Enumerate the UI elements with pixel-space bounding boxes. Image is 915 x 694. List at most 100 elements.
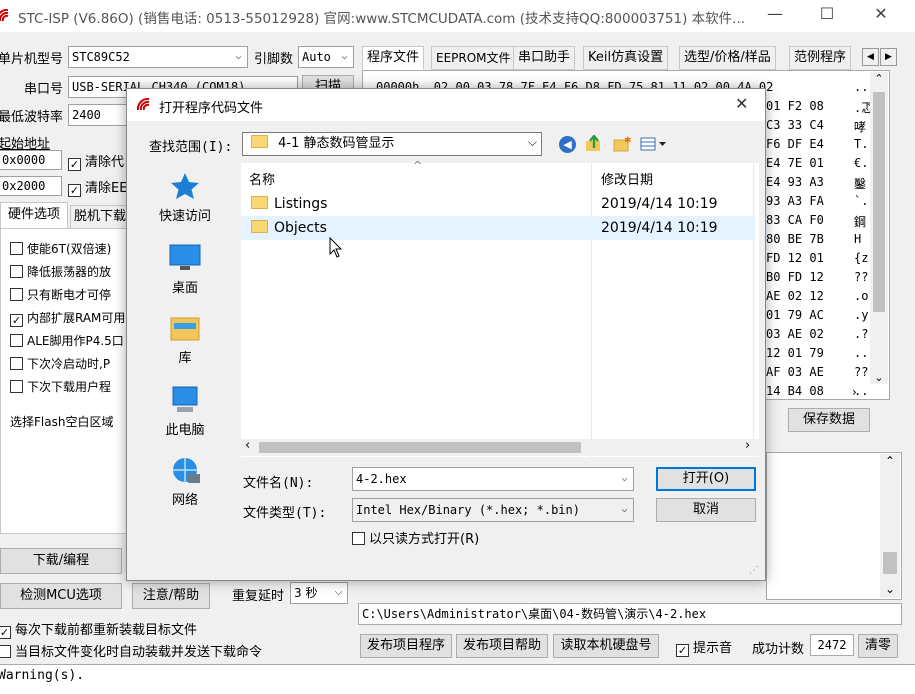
back-icon[interactable]: ◀ — [559, 136, 576, 153]
resize-grip-icon[interactable]: ⋰ — [749, 565, 759, 576]
save-data-button[interactable]: 保存数据 — [788, 408, 870, 432]
desktop-icon — [168, 243, 202, 273]
scroll-right-arrow-icon[interactable]: › — [745, 438, 750, 453]
column-header-name[interactable]: 名称 — [249, 169, 275, 188]
tab-offline-download[interactable]: 脱机下载 — [70, 205, 130, 228]
option-label: 只有断电才可停 — [27, 288, 112, 302]
addr1-field[interactable]: 0x0000 — [0, 150, 62, 170]
new-folder-icon[interactable]: ✱ — [613, 136, 632, 152]
readonly-checkbox[interactable]: 以只读方式打开(R) — [352, 528, 479, 547]
scroll-left-arrow-icon[interactable]: ‹ — [245, 438, 250, 453]
option-row[interactable]: ✓ 内部扩展RAM可用 — [10, 309, 125, 327]
hex-row: 12 01 79 — [766, 346, 824, 360]
option-row[interactable]: 下次下载用户程 — [10, 378, 111, 395]
clear-eeprom-checkbox[interactable]: ✓ 清除EE — [68, 177, 127, 197]
tab-scroll-right-button[interactable]: ▶ — [880, 48, 897, 66]
tab-keil-debug[interactable]: Keil仿真设置 — [583, 46, 669, 70]
clear-count-button[interactable]: 清零 — [858, 634, 898, 658]
star-icon — [168, 171, 202, 201]
beep-checkbox[interactable]: ✓ 提示音 — [676, 637, 732, 657]
tab-selection-price[interactable]: 选型/价格/样品 — [679, 46, 776, 70]
hex-hscroll-right-arrow-icon[interactable]: › — [852, 385, 857, 399]
baud-select[interactable]: 2400 — [68, 104, 130, 126]
hex-row: 01 F2 08 — [766, 99, 824, 113]
dialog-app-icon — [136, 97, 151, 116]
scroll-thumb[interactable] — [883, 552, 897, 574]
file-list-hscrollbar[interactable]: ‹ › — [241, 438, 759, 456]
sort-indicator-icon: ^ — [413, 159, 423, 172]
lookin-select[interactable]: 4-1 静态数码管显示 ⌵ — [242, 132, 542, 156]
mouse-cursor-icon — [329, 236, 343, 263]
tab-scroll-left-button[interactable]: ◀ — [862, 48, 879, 66]
nav-network[interactable]: 网络 — [129, 455, 241, 508]
nav-library[interactable]: 库 — [129, 313, 241, 366]
scroll-thumb[interactable] — [259, 442, 581, 453]
tab-hardware-options[interactable]: 硬件选项 — [0, 202, 68, 228]
pins-select[interactable]: Auto ⌵ — [298, 46, 354, 68]
column-header-date[interactable]: 修改日期 — [601, 169, 653, 188]
view-menu-icon[interactable] — [640, 136, 670, 152]
maximize-button[interactable]: ☐ — [812, 4, 842, 23]
read-disk-button[interactable]: 读取本机硬盘号 — [553, 634, 659, 658]
close-button[interactable]: ✕ — [866, 4, 896, 23]
scroll-up-arrow-icon[interactable]: ⌃ — [880, 454, 900, 468]
filetype-value: Intel Hex/Binary (*.hex; *.bin) — [356, 503, 580, 517]
download-button[interactable]: 下载/编程 — [0, 548, 122, 574]
nav-label: 网络 — [171, 493, 198, 508]
pins-label: 引脚数 — [254, 52, 294, 67]
minimize-button[interactable]: — — [760, 4, 790, 23]
clear-code-checkbox[interactable]: ✓ 清除代 — [68, 151, 124, 171]
scroll-down-arrow-icon[interactable]: ⌄ — [880, 582, 900, 596]
option-row[interactable]: 使能6T(双倍速) — [10, 240, 111, 257]
option-row[interactable]: 降低振荡器的放 — [10, 263, 111, 280]
ascii-cell: 哮 — [854, 120, 867, 134]
file-path-field[interactable]: C:\Users\Administrator\桌面\04-数码管\演示\4-2.… — [358, 603, 902, 625]
publish-help-button[interactable]: 发布项目帮助 — [456, 634, 548, 658]
option-label: 下次下载用户程 — [27, 380, 112, 394]
cancel-button[interactable]: 取消 — [656, 498, 756, 522]
detect-mcu-button[interactable]: 检测MCU选项 — [0, 583, 122, 609]
up-folder-icon[interactable] — [585, 134, 603, 153]
tab-serial-assistant[interactable]: 串口助手 — [513, 46, 576, 70]
addr2-field[interactable]: 0x2000 — [0, 176, 62, 196]
reload-checkbox[interactable]: ✓ 每次下载前都重新装载目标文件 — [0, 619, 197, 639]
ascii-cell: T. — [854, 137, 869, 151]
tab-eeprom-file[interactable]: EEPROM文件 — [431, 46, 516, 70]
auto-send-checkbox[interactable]: 当目标文件变化时自动装载并发送下载命令 — [0, 641, 262, 660]
nav-desktop[interactable]: 桌面 — [129, 243, 241, 296]
tab-examples[interactable]: 范例程序 — [789, 46, 852, 70]
hex-row: F6 DF E4 — [766, 137, 824, 151]
filetype-label: 文件类型(T): — [243, 506, 327, 521]
option-row[interactable]: 下次冷启动时,P — [10, 355, 110, 372]
tab-program-file[interactable]: 程序文件 — [362, 46, 425, 70]
scroll-down-arrow-icon[interactable]: ⌄ — [870, 371, 888, 384]
option-row[interactable]: 只有断电才可停 — [10, 286, 111, 303]
nav-sidebar: 快速访问 桌面 库 此电脑 网络 — [129, 163, 241, 508]
open-button[interactable]: 打开(O) — [656, 467, 756, 491]
dialog-close-button[interactable]: ✕ — [735, 94, 748, 113]
file-row[interactable]: Listings 2019/4/14 10:19 — [241, 192, 755, 216]
option-row[interactable]: ALE脚用作P4.5口 — [10, 332, 124, 349]
baud-value: 2400 — [72, 108, 101, 122]
nav-this-pc[interactable]: 此电脑 — [129, 385, 241, 438]
nav-quick-access[interactable]: 快速访问 — [129, 171, 241, 224]
file-list[interactable]: ^ 名称 修改日期 Listings 2019/4/14 10:19 Objec… — [241, 159, 759, 457]
delay-select[interactable]: 3 秒 ⌵ — [290, 582, 348, 604]
hex-vscrollbar[interactable]: ⌃ ⌄ — [870, 72, 888, 384]
scroll-thumb[interactable] — [873, 92, 885, 312]
help-button[interactable]: 注意/帮助 — [132, 583, 210, 609]
info-scrollbar[interactable]: ⌃ ⌄ — [880, 454, 900, 598]
file-name: Listings — [274, 196, 328, 212]
file-row[interactable]: Objects 2019/4/14 10:19 — [241, 216, 755, 240]
hex-row: 83 CA F0 — [766, 213, 824, 227]
publish-program-button[interactable]: 发布项目程序 — [360, 634, 452, 658]
nav-label: 快速访问 — [158, 209, 211, 224]
mcu-select[interactable]: STC89C52 ⌵ — [68, 46, 248, 68]
delay-label: 重复延时 — [232, 589, 285, 604]
scroll-up-arrow-icon[interactable]: ⌃ — [870, 72, 888, 85]
file-name: Objects — [274, 220, 327, 236]
filename-select[interactable]: 4-2.hex ⌵ — [352, 467, 634, 491]
ascii-cell: ?? — [854, 270, 869, 284]
filetype-select[interactable]: Intel Hex/Binary (*.hex; *.bin) ⌵ — [352, 498, 634, 522]
success-count-field[interactable]: 2472 — [810, 634, 854, 656]
